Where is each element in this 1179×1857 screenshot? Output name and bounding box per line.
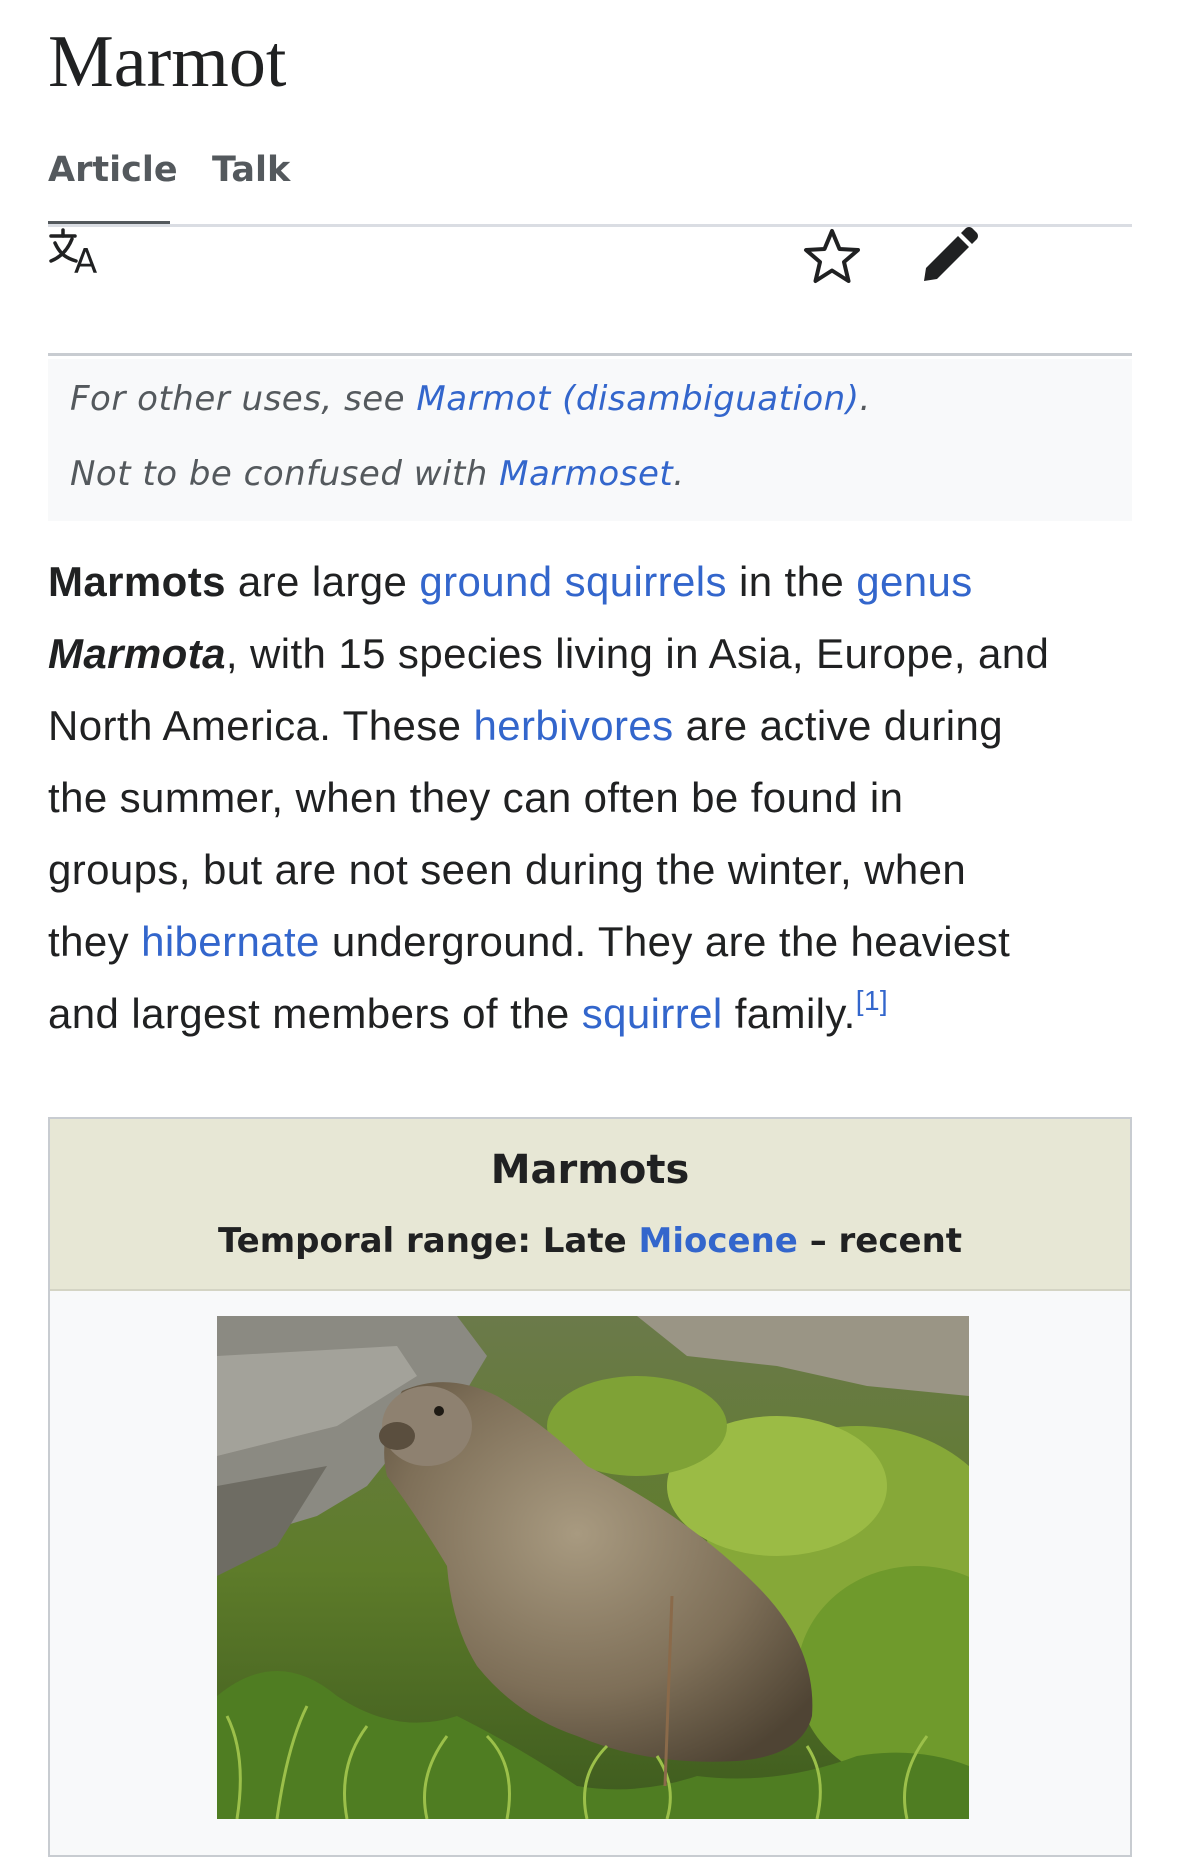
- lead-line: groups, but are not seen during the wint…: [48, 846, 967, 893]
- lead-text: underground. They are the heaviest: [319, 918, 1011, 965]
- page-toolbar: A: [48, 227, 1132, 355]
- lead-line: Marmots are large ground squirrels in th…: [48, 546, 1148, 618]
- page-title: Marmot: [48, 21, 287, 103]
- temporal-range-text: – recent: [797, 1221, 963, 1261]
- lead-text: they: [48, 918, 142, 965]
- hatnote-not-confused: Not to be confused with Marmoset.: [70, 454, 685, 494]
- temporal-range-text: Temporal range: Late: [217, 1221, 639, 1261]
- tab-article-label: Article: [48, 150, 178, 190]
- link-miocene[interactable]: Miocene: [639, 1221, 798, 1261]
- lead-line: the summer, when they can often be found…: [48, 774, 904, 821]
- link-herbivores[interactable]: herbivores: [473, 702, 673, 749]
- lead-text: family.: [722, 990, 856, 1037]
- translate-icon[interactable]: A: [48, 227, 104, 275]
- bold-term: Marmots: [48, 558, 226, 605]
- lead-text: North America. These: [48, 702, 474, 749]
- hatnote-other-uses: For other uses, see Marmot (disambiguati…: [70, 379, 871, 419]
- lead-line: and largest members of the squirrel fami…: [48, 978, 1148, 1050]
- infobox-title: Marmots: [490, 1147, 690, 1193]
- article-tabs: Article Talk: [48, 150, 1132, 226]
- link-squirrel[interactable]: squirrel: [582, 990, 723, 1037]
- hatnote-punct: .: [673, 454, 685, 494]
- toolbar-divider: [48, 353, 1132, 356]
- temporal-range: Temporal range: Late Miocene – recent: [50, 1221, 1130, 1261]
- link-hibernate[interactable]: hibernate: [141, 918, 320, 965]
- svg-text:A: A: [74, 242, 97, 275]
- hatnote-box: For other uses, see Marmot (disambiguati…: [48, 359, 1132, 521]
- link-marmoset[interactable]: Marmoset: [499, 454, 673, 494]
- pencil-icon[interactable]: [920, 227, 978, 285]
- hatnote-text: For other uses, see: [70, 379, 417, 419]
- link-genus[interactable]: genus: [856, 558, 972, 605]
- lead-text: in the: [726, 558, 857, 605]
- lead-line: they hibernate underground. They are the…: [48, 906, 1148, 978]
- tab-talk-label: Talk: [212, 150, 291, 190]
- marmot-photo[interactable]: [217, 1316, 969, 1819]
- article-page: Marmot Article Talk A For other uses, se…: [0, 0, 1179, 1857]
- lead-paragraph: Marmots are large ground squirrels in th…: [48, 546, 1148, 1050]
- link-marmot-disambiguation[interactable]: Marmot (disambiguation): [416, 379, 859, 419]
- lead-text: are large: [225, 558, 420, 605]
- reference-link[interactable]: [1]: [856, 985, 888, 1016]
- infobox-header: Marmots Temporal range: Late Miocene – r…: [50, 1119, 1130, 1291]
- tab-talk[interactable]: Talk: [212, 150, 290, 226]
- lead-text: , with 15 species living in Asia, Europe…: [225, 630, 1050, 677]
- hatnote-text: Not to be confused with: [70, 454, 500, 494]
- tab-article[interactable]: Article: [48, 150, 178, 226]
- infobox: Marmots Temporal range: Late Miocene – r…: [48, 1117, 1132, 1857]
- lead-line: Marmota, with 15 species living in Asia,…: [48, 618, 1148, 690]
- lead-text: are active during: [673, 702, 1003, 749]
- link-ground-squirrels[interactable]: ground squirrels: [419, 558, 727, 605]
- lead-text: and largest members of the: [48, 990, 582, 1037]
- genus-name: Marmota: [48, 630, 226, 677]
- lead-line: North America. These herbivores are acti…: [48, 690, 1148, 762]
- star-icon[interactable]: [802, 227, 862, 287]
- hatnote-punct: .: [859, 379, 871, 419]
